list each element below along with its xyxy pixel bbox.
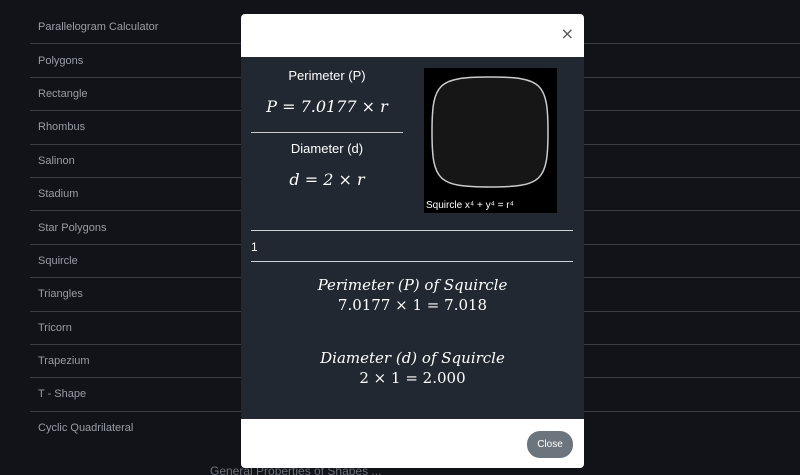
formula-divider [251, 132, 403, 133]
shape-caption: Squircle x⁴ + y⁴ = r⁴ [426, 200, 514, 211]
squircle-modal: × Perimeter (P) P = 7.0177 × r Diameter … [241, 14, 584, 468]
input-bottom-line [251, 261, 573, 262]
close-button[interactable]: Close [527, 431, 573, 458]
perimeter-result-title: Perimeter (P) of Squircle [317, 276, 508, 294]
input-top-line [251, 230, 573, 231]
perimeter-result-value: 7.0177 × 1 = 7.018 [337, 296, 488, 314]
diameter-label: Diameter (d) [290, 141, 364, 156]
modal-header: × [241, 14, 584, 57]
diameter-result: Diameter (d) of Squircle 2 × 1 = 2.000 [241, 349, 584, 387]
squircle-diagram: Squircle x⁴ + y⁴ = r⁴ [424, 68, 557, 213]
formula-panel: Perimeter (P) P = 7.0177 × r Diameter (d… [251, 68, 403, 189]
diameter-formula: d = 2 × r [289, 170, 365, 189]
modal-footer: Close [241, 419, 584, 468]
diameter-result-title: Diameter (d) of Squircle [320, 349, 505, 367]
perimeter-result: Perimeter (P) of Squircle 7.0177 × 1 = 7… [241, 276, 584, 314]
diameter-result-value: 2 × 1 = 2.000 [359, 369, 466, 387]
squircle-shape [431, 76, 549, 188]
perimeter-formula: P = 7.0177 × r [266, 97, 388, 116]
radius-input[interactable]: 1 [251, 240, 258, 254]
close-icon[interactable]: × [561, 24, 574, 43]
perimeter-label: Perimeter (P) [288, 68, 366, 83]
